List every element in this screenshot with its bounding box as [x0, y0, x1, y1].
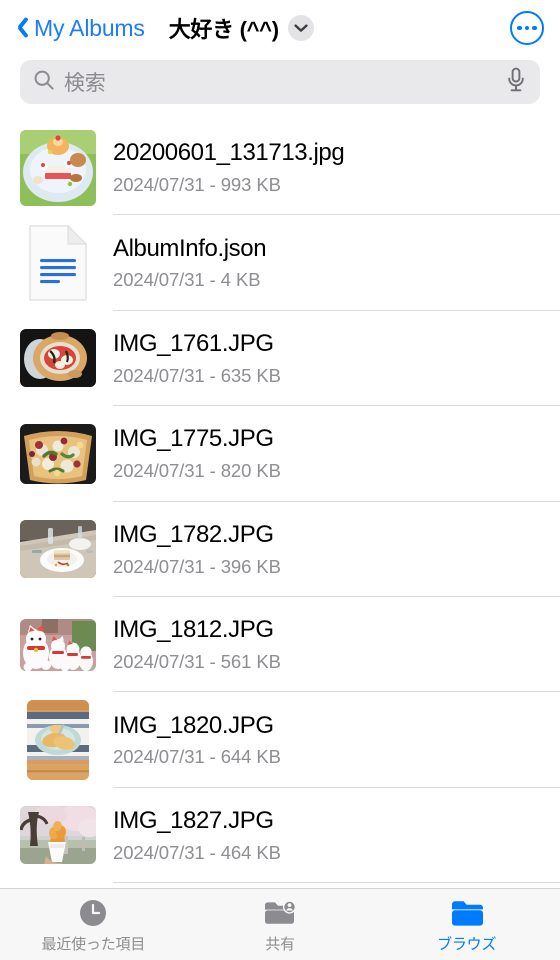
table-row[interactable]: IMG_1812.JPG 2024/07/31 - 561 KB [0, 596, 560, 693]
chevron-down-icon[interactable] [287, 15, 314, 41]
document-json-icon [26, 223, 90, 303]
file-info: IMG_1761.JPG 2024/07/31 - 635 KB [113, 311, 560, 407]
back-button-label: My Albums [34, 14, 145, 41]
ellipsis-dot-icon [516, 25, 522, 31]
file-name: AlbumInfo.json [113, 234, 267, 262]
navigation-bar: My Albums 大好き (^^) [0, 0, 560, 56]
tab-shared-label: 共有 [265, 936, 295, 953]
file-meta: 2024/07/31 - 820 KB [113, 460, 281, 482]
photo-pancakes-thumbnail [27, 700, 89, 781]
file-meta: 2024/07/31 - 993 KB [113, 174, 281, 195]
file-name: IMG_1820.JPG [113, 711, 274, 739]
file-info: IMG_1782.JPG 2024/07/31 - 396 KB [113, 502, 560, 597]
file-meta: 2024/07/31 - 464 KB [113, 841, 281, 863]
tab-browse[interactable]: ブラウズ [373, 897, 560, 954]
thumbnail-slot [18, 618, 98, 671]
row-separator [113, 882, 560, 884]
file-name: 20200601_131713.jpg [113, 139, 345, 167]
file-meta: 2024/07/31 - 644 KB [113, 746, 281, 768]
tab-browse-label: ブラウズ [437, 936, 497, 953]
thumbnail-slot [18, 806, 98, 865]
photo-lucky-cats-thumbnail [20, 618, 96, 671]
file-list[interactable]: 20200601_131713.jpg 2024/07/31 - 993 KB [0, 120, 560, 888]
tab-recents[interactable]: 最近使った項目 [0, 897, 187, 954]
photo-restaurant-table-thumbnail [20, 520, 96, 579]
more-options-button[interactable] [510, 11, 544, 45]
folder-icon [451, 897, 483, 929]
file-name: IMG_1827.JPG [113, 806, 274, 834]
file-info: IMG_1820.JPG 2024/07/31 - 644 KB [113, 692, 560, 788]
thumbnail-slot [18, 423, 98, 484]
title-group: 大好き (^^) [169, 12, 510, 44]
file-info: 20200601_131713.jpg 2024/07/31 - 993 KB [113, 120, 560, 216]
file-info: IMG_1775.JPG 2024/07/31 - 820 KB [113, 406, 560, 502]
thumbnail-slot [18, 329, 98, 388]
photo-salad-bowl-thumbnail [20, 423, 96, 484]
tab-bar: 最近使った項目 共有 ブラウズ [0, 888, 560, 960]
clock-icon [78, 897, 108, 929]
file-info: IMG_1812.JPG 2024/07/31 - 561 KB [113, 597, 560, 693]
thumbnail-slot [18, 520, 98, 579]
table-row[interactable]: IMG_1761.JPG 2024/07/31 - 635 KB [0, 310, 560, 407]
file-name: IMG_1775.JPG [113, 425, 274, 453]
photo-cherry-blossom-cone-thumbnail [20, 806, 96, 865]
files-app-screen: My Albums 大好き (^^) 検索 20200601_131713.jp… [0, 0, 560, 960]
ellipsis-dot-icon [524, 25, 530, 31]
photo-pizza-thumbnail [20, 329, 96, 388]
file-name: IMG_1812.JPG [113, 616, 274, 644]
page-title: 大好き (^^) [168, 17, 279, 42]
photo-dessert-plate-thumbnail [20, 129, 96, 206]
table-row[interactable]: IMG_1775.JPG 2024/07/31 - 820 KB [0, 406, 560, 502]
search-input[interactable]: 検索 [20, 60, 540, 104]
file-info: AlbumInfo.json 2024/07/31 - 4 KB [113, 215, 560, 311]
search-icon [33, 69, 55, 96]
thumbnail-slot [18, 129, 98, 206]
file-name: IMG_1761.JPG [113, 329, 274, 357]
table-row[interactable]: IMG_1820.JPG 2024/07/31 - 644 KB [0, 692, 560, 788]
file-info: IMG_1827.JPG 2024/07/31 - 464 KB [113, 788, 560, 884]
file-meta: 2024/07/31 - 635 KB [113, 364, 281, 386]
table-row[interactable]: IMG_1827.JPG 2024/07/31 - 464 KB [0, 787, 560, 884]
search-placeholder-text: 検索 [64, 72, 106, 95]
back-button[interactable]: My Albums [12, 15, 145, 42]
file-meta: 2024/07/31 - 4 KB [113, 269, 261, 291]
chevron-left-icon [12, 15, 28, 41]
shared-folder-person-icon [263, 897, 297, 929]
thumbnail-slot [18, 700, 98, 781]
tab-recents-label: 最近使った項目 [41, 936, 146, 953]
microphone-icon[interactable] [506, 67, 526, 98]
tab-shared[interactable]: 共有 [187, 897, 374, 954]
search-section: 検索 [0, 56, 560, 120]
table-row[interactable]: AlbumInfo.json 2024/07/31 - 4 KB [0, 215, 560, 311]
ellipsis-dot-icon [532, 25, 538, 31]
file-name: IMG_1782.JPG [113, 520, 274, 548]
file-meta: 2024/07/31 - 396 KB [113, 555, 281, 577]
table-row[interactable]: IMG_1782.JPG 2024/07/31 - 396 KB [0, 501, 560, 597]
table-row[interactable]: 20200601_131713.jpg 2024/07/31 - 993 KB [0, 120, 560, 216]
thumbnail-slot [18, 223, 98, 303]
file-meta: 2024/07/31 - 561 KB [113, 650, 281, 672]
